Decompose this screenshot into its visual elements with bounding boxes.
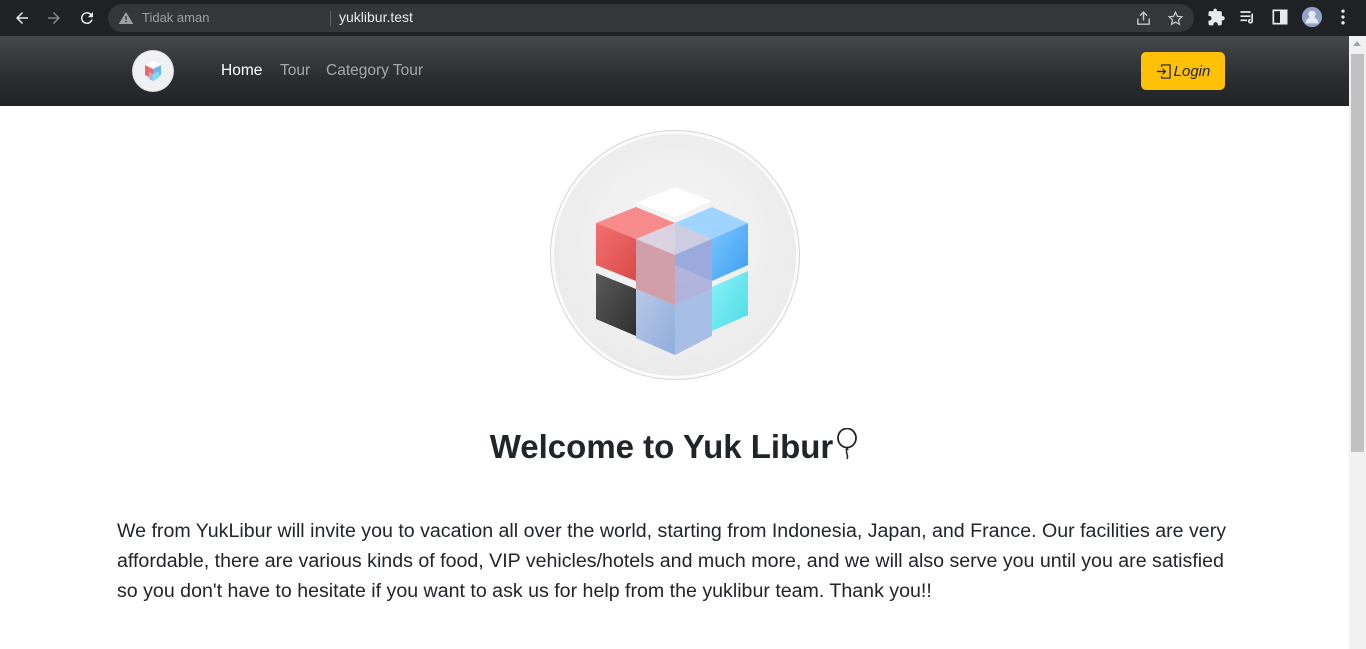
nav-link-tour[interactable]: Tour xyxy=(280,62,310,80)
back-icon[interactable] xyxy=(11,7,33,29)
browser-toolbar: Tidak aman yuklibur.test xyxy=(0,0,1366,36)
security-status[interactable]: Tidak aman xyxy=(142,10,209,25)
login-label: Login xyxy=(1173,62,1211,80)
bookmark-star-icon[interactable] xyxy=(1167,10,1184,27)
nav-link-category-tour[interactable]: Category Tour xyxy=(326,62,423,80)
profile-avatar[interactable] xyxy=(1301,6,1323,28)
share-icon[interactable] xyxy=(1135,10,1152,27)
reload-icon[interactable] xyxy=(76,7,98,29)
brand-logo[interactable] xyxy=(133,51,173,91)
warning-icon[interactable] xyxy=(118,10,134,26)
url-text[interactable]: yuklibur.test xyxy=(339,9,413,25)
side-panel-icon[interactable] xyxy=(1270,7,1290,27)
login-button[interactable]: Login xyxy=(1141,52,1225,90)
nav-link-home[interactable]: Home xyxy=(221,62,262,80)
page-scrollbar[interactable] xyxy=(1349,36,1366,649)
site-navbar: Home Tour Category Tour Login xyxy=(0,36,1349,106)
extensions-icon[interactable] xyxy=(1206,7,1226,27)
welcome-text: Welcome to Yuk Libur xyxy=(489,428,834,465)
login-icon xyxy=(1156,63,1171,79)
scroll-up-icon[interactable] xyxy=(1353,41,1361,46)
page-title: Welcome to Yuk Libur xyxy=(0,428,1349,466)
intro-paragraph: We from YukLibur will invite you to vaca… xyxy=(117,520,1227,602)
address-divider xyxy=(330,11,331,26)
media-queue-icon[interactable] xyxy=(1238,7,1258,27)
balloon-icon xyxy=(837,428,858,460)
address-bar[interactable]: Tidak aman yuklibur.test xyxy=(108,4,1194,32)
scrollbar-thumb[interactable] xyxy=(1351,54,1364,452)
forward-icon[interactable] xyxy=(43,7,65,29)
hero-logo xyxy=(550,130,800,380)
kebab-menu-icon[interactable] xyxy=(1333,7,1353,27)
